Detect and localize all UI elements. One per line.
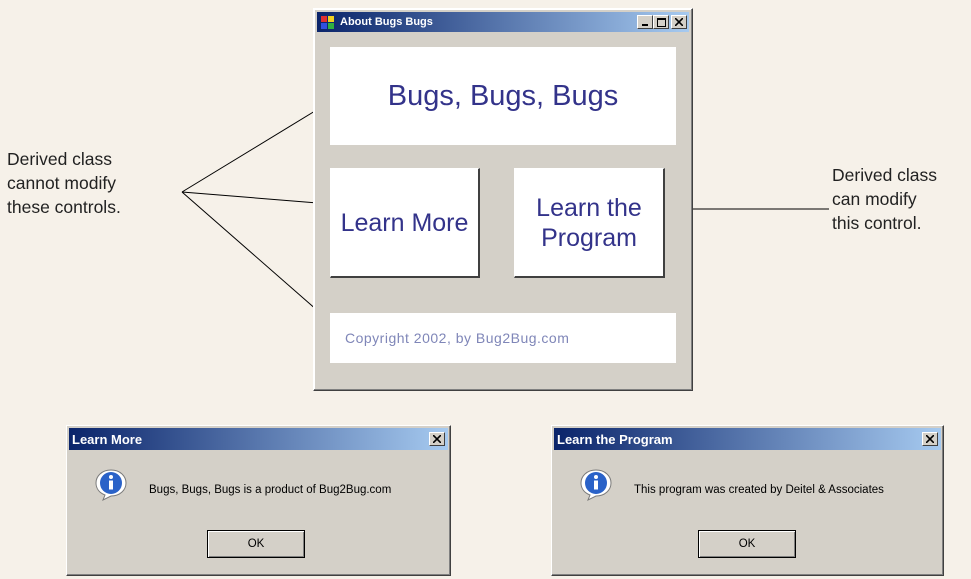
note-line: can modify xyxy=(832,189,917,209)
ok-button[interactable]: OK xyxy=(207,530,305,558)
title-bar[interactable]: About Bugs Bugs xyxy=(317,12,689,32)
ok-button[interactable]: OK xyxy=(698,530,796,558)
note-can-modify: Derived class can modify this control. xyxy=(832,163,937,235)
app-icon xyxy=(321,16,334,29)
dialog-close-button[interactable] xyxy=(922,432,938,446)
close-icon xyxy=(675,18,683,26)
note-cannot-modify: Derived class cannot modify these contro… xyxy=(7,147,121,219)
note-line: Derived class xyxy=(7,149,113,169)
about-window: About Bugs Bugs Bugs, Bugs, Bugs Learn M… xyxy=(313,8,693,391)
window-title: About Bugs Bugs xyxy=(340,16,433,28)
learn-more-button[interactable]: Learn More xyxy=(330,168,480,278)
learn-program-button[interactable]: Learn the Program xyxy=(514,168,665,278)
note-line: cannot modify xyxy=(7,173,116,193)
dialog-title: Learn More xyxy=(72,431,143,447)
close-button[interactable] xyxy=(671,15,687,29)
maximize-icon xyxy=(656,17,666,27)
minimize-button[interactable] xyxy=(637,15,653,29)
info-icon xyxy=(95,469,127,502)
dialog-title-bar[interactable]: Learn More xyxy=(69,428,448,450)
arrow-to-copyright-label xyxy=(181,191,327,319)
dialog-close-button[interactable] xyxy=(429,432,445,446)
dialog-title-bar[interactable]: Learn the Program xyxy=(554,428,941,450)
info-icon xyxy=(580,469,612,502)
note-line: this control. xyxy=(832,213,922,233)
arrow-to-learn-more-button xyxy=(181,191,331,207)
note-line: Derived class xyxy=(832,165,938,185)
dialog-title: Learn the Program xyxy=(557,431,673,447)
maximize-button[interactable] xyxy=(653,15,669,29)
dialog-message: This program was created by Deitel & Ass… xyxy=(634,484,884,496)
learn-more-dialog: Learn More Bugs, Bugs, Bugs is a product… xyxy=(66,425,451,576)
note-line: these controls. xyxy=(7,197,121,217)
learn-program-dialog: Learn the Program This program was creat… xyxy=(551,425,944,576)
close-icon xyxy=(433,435,441,443)
close-icon xyxy=(926,435,934,443)
copyright-label: Copyright 2002, by Bug2Bug.com xyxy=(330,313,676,363)
product-label: Bugs, Bugs, Bugs xyxy=(330,47,676,145)
dialog-message: Bugs, Bugs, Bugs is a product of Bug2Bug… xyxy=(149,484,392,496)
minimize-icon xyxy=(642,24,648,26)
